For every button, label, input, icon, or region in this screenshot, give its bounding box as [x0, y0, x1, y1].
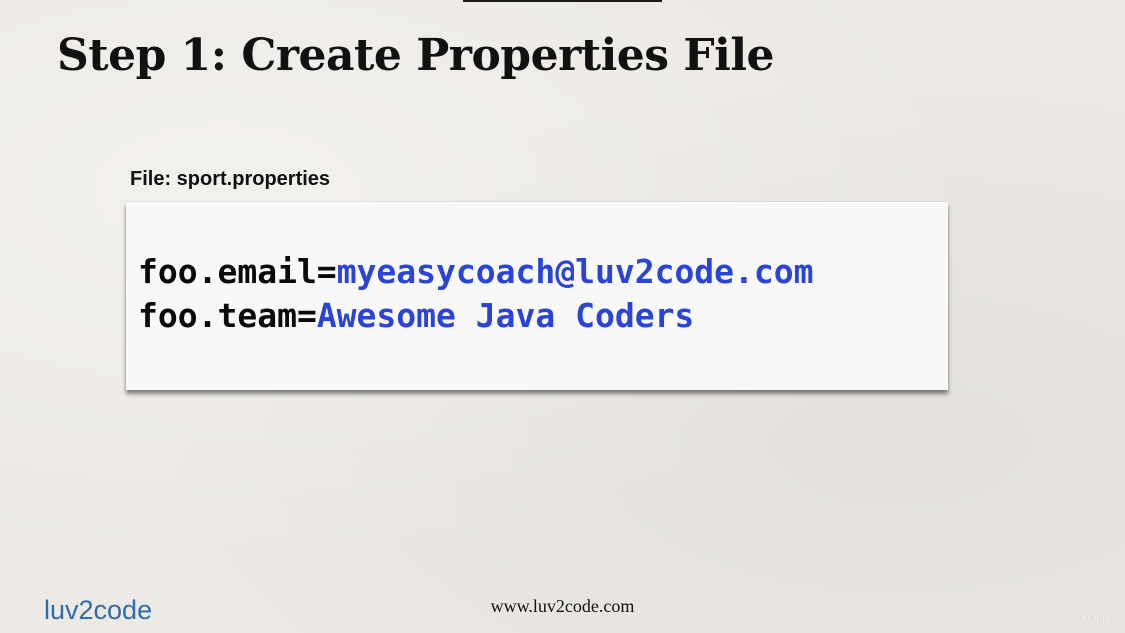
code-value: myeasycoach@luv2code.com [336, 252, 814, 291]
slide-title: Step 1: Create Properties File [57, 30, 775, 81]
udemy-watermark: Udemy [1082, 612, 1117, 624]
code-value: Awesome Java Coders [316, 296, 695, 335]
code-line-email: foo.email=myeasycoach@luv2code.com [138, 255, 814, 288]
code-key: foo.email= [138, 252, 337, 291]
footer-url: www.luv2code.com [490, 596, 635, 616]
top-bar [463, 0, 662, 2]
slide: Step 1: Create Properties File File: spo… [0, 0, 1125, 633]
file-label: File: sport.properties [130, 168, 331, 190]
code-box: foo.email=myeasycoach@luv2code.com foo.t… [126, 202, 948, 390]
code-key: foo.team= [138, 296, 317, 335]
code-line-team: foo.team=Awesome Java Coders [138, 299, 694, 332]
